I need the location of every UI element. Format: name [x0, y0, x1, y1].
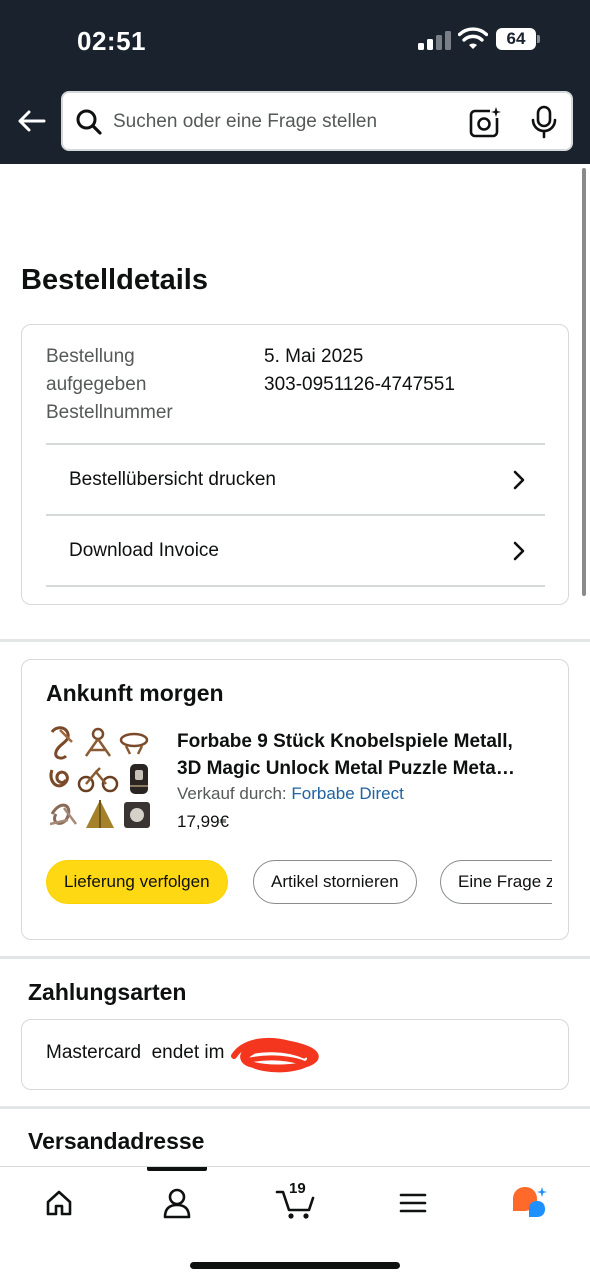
- chevron-right-icon: [513, 541, 525, 561]
- print-order-summary-label: Bestellübersicht drucken: [69, 468, 276, 490]
- order-label-placed-1: Bestellung: [46, 346, 135, 367]
- ask-question-button[interactable]: Eine Frage z: [440, 860, 552, 904]
- tab-menu[interactable]: [388, 1181, 438, 1225]
- order-date: 5. Mai 2025: [264, 346, 364, 367]
- search-input[interactable]: [113, 105, 453, 139]
- product-title-link[interactable]: Forbabe 9 Stück Knobelspiele Metall, 3D …: [177, 728, 547, 782]
- print-order-summary-link[interactable]: Bestellübersicht drucken: [46, 443, 545, 514]
- section-divider: [0, 956, 590, 959]
- track-delivery-button[interactable]: Lieferung verfolgen: [46, 860, 228, 904]
- scrollbar[interactable]: [582, 168, 586, 596]
- shipment-card: Ankunft morgen Forbabe 9 Stück Knobelspi…: [21, 659, 569, 940]
- page-title: Bestelldetails: [21, 264, 208, 296]
- section-divider: [0, 1106, 590, 1109]
- chevron-right-icon: [513, 470, 525, 490]
- cellular-signal-icon: [418, 30, 451, 50]
- cart-count-badge: 19: [289, 1180, 306, 1197]
- battery-icon: 64: [496, 28, 540, 50]
- account-icon: [163, 1188, 191, 1219]
- back-button[interactable]: [14, 104, 48, 138]
- redaction-scribble: [231, 1037, 319, 1073]
- product-title-line-1: Forbabe 9 Stück Knobelspiele Metall,: [177, 731, 513, 752]
- search-icon: [76, 109, 102, 135]
- download-invoice-link[interactable]: Download Invoice: [46, 514, 545, 585]
- section-divider: [0, 639, 590, 642]
- product-price: 17,99€: [177, 812, 229, 831]
- product-image[interactable]: [46, 724, 154, 832]
- home-indicator[interactable]: [190, 1262, 400, 1269]
- battery-level: 64: [496, 28, 536, 50]
- active-tab-indicator: [147, 1167, 207, 1171]
- home-icon: [46, 1190, 72, 1216]
- payment-method: Mastercard endet im: [46, 1042, 225, 1063]
- menu-icon: [399, 1193, 427, 1213]
- payment-section-title: Zahlungsarten: [28, 979, 187, 1005]
- seller-prefix: Verkauf durch:: [177, 784, 287, 803]
- tab-home[interactable]: [34, 1181, 84, 1225]
- microphone-icon[interactable]: [529, 105, 559, 139]
- payment-card: Mastercard endet im: [21, 1019, 569, 1090]
- divider: [46, 585, 545, 587]
- order-labels: Bestellung aufgegeben Bestellnummer: [46, 343, 206, 427]
- cancel-item-button[interactable]: Artikel stornieren: [253, 860, 417, 904]
- product-title-line-2: 3D Magic Unlock Metal Puzzle Meta…: [177, 758, 515, 779]
- action-button-row[interactable]: Lieferung verfolgen Artikel stornieren E…: [46, 860, 552, 906]
- order-values: 5. Mai 2025 303-0951126-4747551: [264, 343, 455, 399]
- back-arrow-icon: [18, 110, 46, 132]
- order-label-number: Bestellnummer: [46, 402, 173, 423]
- ai-assistant-icon: [513, 1187, 547, 1217]
- arrival-title: Ankunft morgen: [46, 680, 224, 706]
- order-label-placed-2: aufgegeben: [46, 374, 147, 395]
- download-invoice-label: Download Invoice: [69, 539, 219, 561]
- tab-account[interactable]: [152, 1181, 202, 1225]
- wifi-icon: [458, 27, 488, 49]
- order-summary-card: Bestellung aufgegeben Bestellnummer 5. M…: [21, 324, 569, 605]
- search-bar[interactable]: [61, 91, 573, 151]
- camera-icon[interactable]: [468, 105, 502, 139]
- status-time: 02:51: [77, 26, 146, 56]
- shipping-section-title: Versandadresse: [28, 1128, 205, 1154]
- app-header: 02:51 64: [0, 0, 590, 164]
- seller-info: Verkauf durch: Forbabe Direct: [177, 784, 404, 804]
- tab-ai-assistant[interactable]: [504, 1181, 554, 1225]
- order-number: 303-0951126-4747551: [264, 374, 455, 395]
- seller-link[interactable]: Forbabe Direct: [291, 784, 403, 803]
